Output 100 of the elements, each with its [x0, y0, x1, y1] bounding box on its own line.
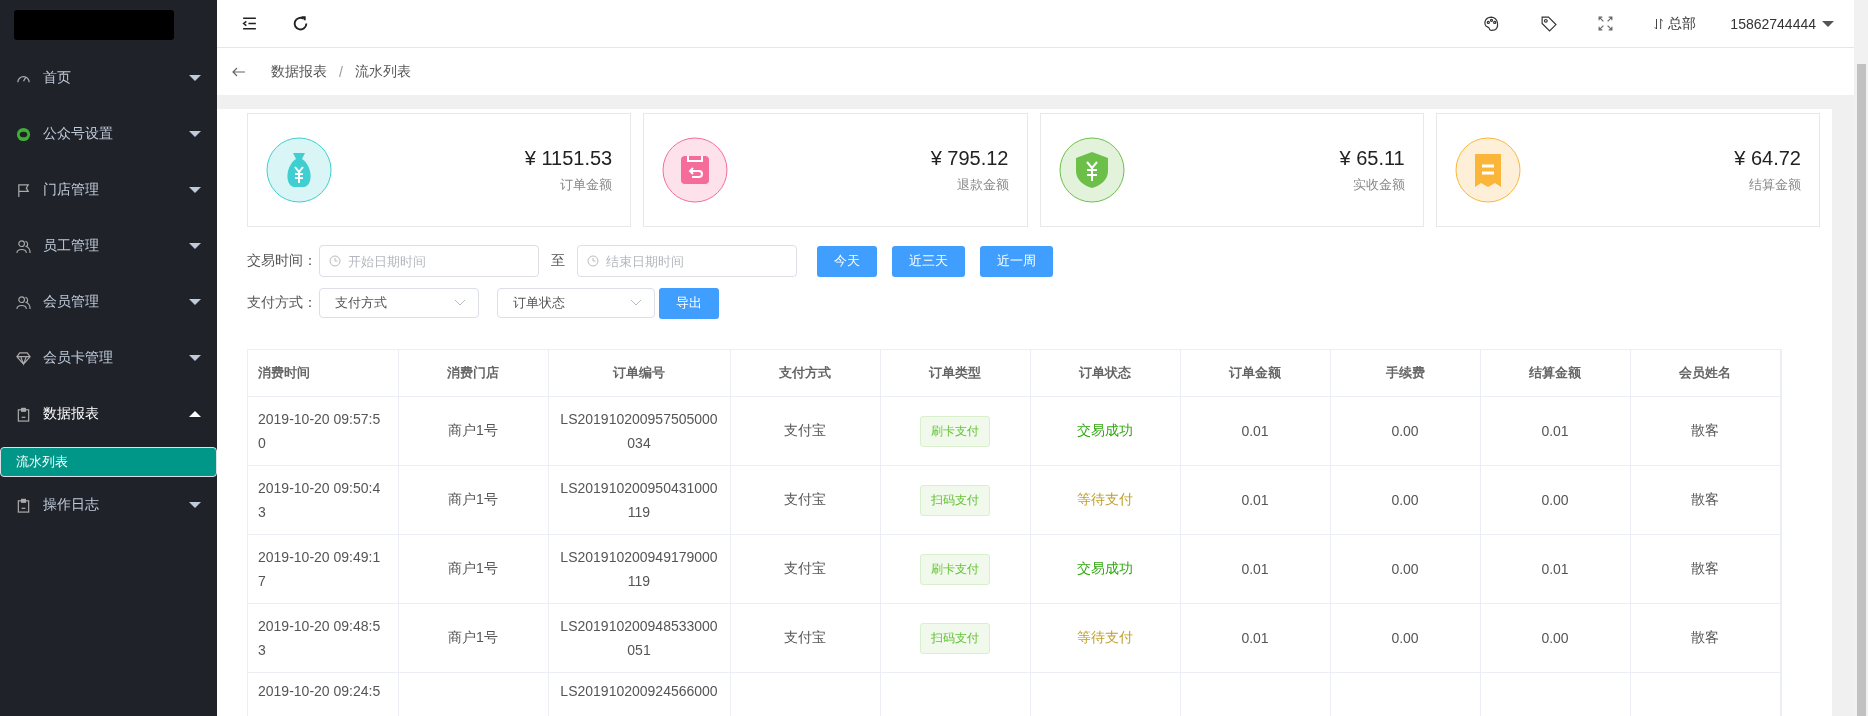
end-date-field[interactable]: 结束日期时间 — [577, 245, 797, 277]
table-cell: 0.00 — [1541, 630, 1569, 646]
menu-label: 公众号设置 — [43, 125, 114, 143]
sidebar-item[interactable]: 门店管理 — [0, 162, 217, 218]
column-header: 手续费 — [1330, 350, 1480, 397]
table-cell: 商户1号 — [448, 422, 498, 438]
fullscreen-icon[interactable] — [1597, 15, 1615, 32]
clipboard-icon — [16, 497, 31, 513]
column-header: 消费时间 — [248, 350, 398, 397]
order-type-tag: 扫码支付 — [920, 622, 990, 654]
chevron-down-icon — [454, 299, 466, 307]
table-cell-text: 2019-10-20 09:24:5 — [258, 682, 381, 701]
sidebar-item[interactable]: 数据报表 — [0, 386, 217, 442]
table-cell: 商户1号 — [448, 560, 498, 576]
chevron-down-icon — [630, 299, 642, 307]
table-cell: 散客 — [1691, 629, 1719, 645]
user-menu[interactable]: 15862744444 — [1730, 15, 1834, 32]
stat-label: 订单金额 — [560, 175, 613, 194]
table-cell: 0.01 — [1241, 423, 1269, 439]
stat-amount: ¥ 795.12 — [930, 146, 1009, 170]
table-cell: 0.01 — [1241, 492, 1269, 508]
menu-label: 数据报表 — [43, 405, 100, 423]
up-down-arrows-icon[interactable] — [1654, 16, 1665, 31]
tag-icon[interactable] — [1540, 15, 1558, 32]
caret-icon — [189, 187, 201, 193]
table-cell: 商户1号 — [448, 491, 498, 507]
table-cell: 0.01 — [1541, 423, 1569, 439]
users-icon — [16, 294, 31, 310]
sidebar-item[interactable]: 操作日志 — [0, 477, 217, 533]
table-cell-text: LS201910200924566000 — [560, 682, 718, 701]
order-type-tag: 刷卡支付 — [920, 553, 990, 585]
breadcrumb-item: 流水列表 — [354, 62, 411, 81]
table-cell: 支付宝 — [784, 629, 826, 645]
table-cell: 散客 — [1691, 491, 1719, 507]
table-cell-text: 2019-10-20 09:50:43 — [258, 479, 382, 522]
column-header: 订单类型 — [880, 350, 1030, 397]
sidebar-item[interactable]: 首页 — [0, 50, 217, 106]
refresh-icon[interactable] — [292, 15, 309, 32]
caret-icon — [189, 355, 201, 361]
table-cell-text: LS201910200948533000051 — [559, 617, 719, 660]
clipboard-icon — [16, 406, 31, 422]
stat-amount: ¥ 65.11 — [1339, 146, 1405, 170]
table-cell: 散客 — [1691, 560, 1719, 576]
order-status-text: 等待支付 — [1077, 491, 1133, 507]
table-cell: 0.01 — [1241, 561, 1269, 577]
table-cell: 0.01 — [1241, 630, 1269, 646]
column-header: 订单编号 — [548, 350, 730, 397]
chat-bubble-icon — [16, 126, 31, 142]
table-cell: 0.01 — [1541, 561, 1569, 577]
table-cell-text: LS201910200949179000119 — [559, 548, 719, 591]
sidebar-item[interactable]: 会员管理 — [0, 274, 217, 330]
sidebar-item[interactable]: 会员卡管理 — [0, 330, 217, 386]
branch-name[interactable]: 总部 — [1668, 14, 1697, 33]
stat-label: 实收金额 — [1352, 175, 1405, 194]
caret-icon — [189, 411, 201, 417]
table-cell: 0.00 — [1391, 561, 1419, 577]
stat-amount: ¥ 64.72 — [1734, 146, 1801, 170]
filter-label: 交易时间： — [247, 252, 317, 270]
users-icon — [16, 238, 31, 254]
column-header: 消费门店 — [398, 350, 548, 397]
menu-label: 操作日志 — [43, 496, 100, 514]
order-type-tag: 扫码支付 — [920, 484, 990, 516]
sidebar-item[interactable]: 员工管理 — [0, 218, 217, 274]
range-separator: 至 — [551, 252, 565, 270]
table-cell: 0.00 — [1391, 492, 1419, 508]
table-cell-text: LS201910200957505000034 — [559, 410, 719, 453]
payment-method-select[interactable]: 支付方式 — [319, 288, 479, 318]
order-type-tag: 刷卡支付 — [920, 415, 990, 447]
stat-amount: ¥ 1151.53 — [524, 146, 613, 170]
caret-icon — [189, 243, 201, 249]
column-header: 订单状态 — [1030, 350, 1180, 397]
start-date-field[interactable]: 开始日期时间 — [319, 245, 539, 277]
column-header: 订单金额 — [1180, 350, 1330, 397]
menu-label: 首页 — [43, 69, 72, 87]
order-status-select[interactable]: 订单状态 — [497, 288, 655, 318]
table-cell: 支付宝 — [784, 422, 826, 438]
menu-label: 门店管理 — [43, 181, 100, 199]
column-header: 支付方式 — [730, 350, 880, 397]
flag-icon — [16, 182, 31, 198]
sidebar-subitem[interactable]: 流水列表 — [0, 447, 217, 477]
stat-label: 结算金额 — [1749, 175, 1801, 194]
caret-icon — [189, 502, 201, 508]
menu-fold-icon[interactable] — [241, 15, 258, 32]
table-cell: 商户1号 — [448, 629, 498, 645]
order-status-text: 交易成功 — [1077, 422, 1133, 438]
table-cell: 散客 — [1691, 422, 1719, 438]
caret-icon — [189, 131, 201, 137]
palette-icon[interactable] — [1483, 15, 1501, 32]
scrollbar-thumb[interactable] — [1857, 64, 1866, 716]
table-cell-text: 2019-10-20 09:49:17 — [258, 548, 382, 591]
breadcrumb-item[interactable]: 数据报表 — [271, 62, 327, 81]
caret-icon — [189, 299, 201, 305]
stat-label: 退款金额 — [956, 175, 1009, 194]
breadcrumb-separator: / — [339, 63, 343, 80]
table-cell-text: LS201910200950431000119 — [559, 479, 719, 522]
menu-label: 会员卡管理 — [43, 349, 114, 367]
diamond-icon — [16, 350, 31, 366]
table-cell-text: 2019-10-20 09:48:53 — [258, 617, 382, 660]
table-cell: 支付宝 — [784, 560, 826, 576]
sidebar-item[interactable]: 公众号设置 — [0, 106, 217, 162]
